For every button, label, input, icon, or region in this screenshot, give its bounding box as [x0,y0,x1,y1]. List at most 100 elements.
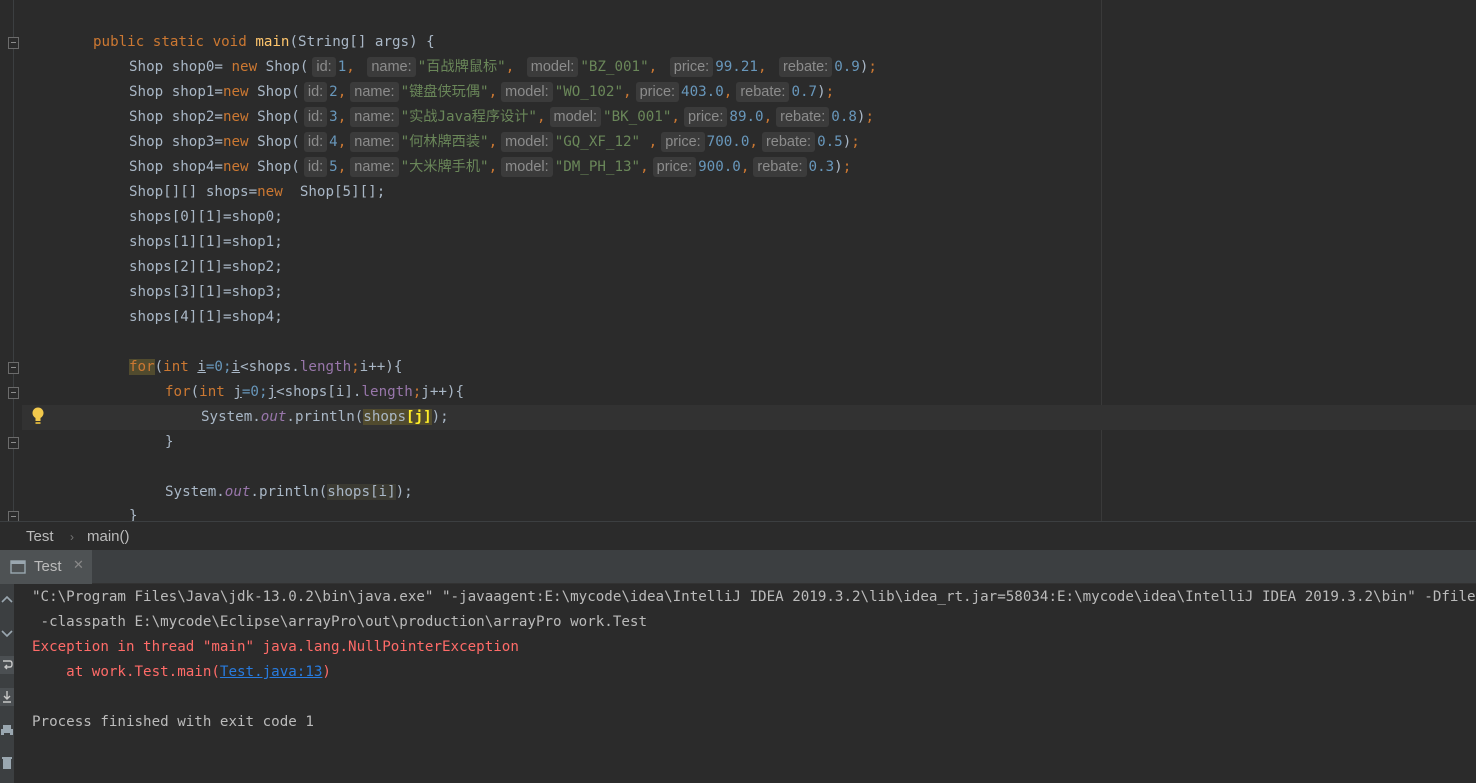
loop-cond: <shops. [240,359,300,375]
shop-decl: Shop shop1= [129,84,223,100]
length-field: length [299,359,352,375]
run-tab[interactable]: Test ✕ [0,550,92,584]
shop-ctor: Shop( [248,134,300,150]
code-line-shop3: Shop shop3=new Shop(id: 4, name: "何林牌西装", mo… [129,132,860,152]
println-close: ); [431,409,449,425]
scroll-to-end-icon[interactable] [0,688,14,706]
lightbulb-icon[interactable] [31,406,45,426]
kw-new: new [257,184,283,200]
system-ref: System. [165,484,225,500]
println-arg: shops[i] [327,484,396,500]
shop-ctor: Shop( [248,159,300,175]
fold-for-inner-icon[interactable] [8,387,19,399]
kw-new: new [222,109,249,125]
out-field: out [224,484,251,500]
code-line-assign: shops[3][1]=shop3; [129,284,283,300]
breadcrumb-separator-icon: › [70,530,74,544]
stacktrace-link[interactable]: Test.java:13 [220,664,323,680]
loop-cond-var: j [267,384,277,400]
code-line-shop4: Shop shop4=new Shop(id: 5, name: "大米牌手机", mo… [129,157,852,177]
shop-name: "何林牌西装" [400,134,489,150]
trash-icon[interactable] [0,754,14,772]
code-line-println-inner: System.out.println(shops[j]); [201,405,449,430]
console-line-command: "C:\Program Files\Java\jdk-13.0.2\bin\ja… [32,589,1476,605]
code-editor[interactable]: public static void main(String[] args) {… [0,0,1476,521]
array-decl-right: Shop[5][]; [282,184,386,200]
breadcrumb: Test › main() [0,521,1476,550]
param-hint-model: model: [549,107,602,127]
code-line-shop1: Shop shop1=new Shop(id: 2, name: "键盘侠玩偶", mo… [129,82,835,102]
shop-name: "大米牌手机" [400,159,489,175]
paren: ( [154,359,164,375]
breadcrumb-file[interactable]: Test [26,528,54,545]
shop-rebate: 0.5 [817,134,843,150]
shop-price: 900.0 [698,159,741,175]
breadcrumb-method[interactable]: main() [87,528,130,545]
print-icon[interactable] [0,722,14,740]
loop-init: =0; [241,384,268,400]
shop-rebate: 0.8 [831,109,857,125]
loop-cond: <shops[i]. [276,384,362,400]
param-hint-id: id: [303,107,328,127]
param-hint-name: name: [367,57,416,77]
code-line-assign: shops[4][1]=shop4; [129,309,283,325]
console-line-exit: Process finished with exit code 1 [32,714,314,730]
fold-close-inner-icon[interactable] [8,437,19,449]
arrow-down-icon[interactable] [0,624,14,642]
kw-new: new [231,59,258,75]
shop-id: 2 [329,84,338,100]
fold-main-icon[interactable] [8,37,19,49]
fold-close-outer-icon[interactable] [8,511,19,521]
println-arg: shops [363,409,407,425]
param-hint-name: name: [350,107,399,127]
code-line-partial-brace: } [129,508,138,521]
code-line-array-decl: Shop[][] shops=new Shop[5][]; [129,180,385,205]
kw-public: public [93,34,145,50]
param-hint-price: price: [683,107,728,127]
println-close: ); [395,484,413,500]
console-icon [10,560,26,574]
run-tab-label: Test [34,558,62,575]
method-name: main [255,34,290,50]
kw-int: int [199,384,225,400]
shop-decl: Shop shop4= [129,159,223,175]
shop-model: "BK_001" [603,109,672,125]
shop-model: "DM_PH_13" [554,159,641,175]
shop-decl: Shop shop3= [129,134,223,150]
shop-name: "实战Java程序设计" [400,109,537,125]
param-hint-name: name: [350,132,399,152]
println-call: .println( [250,484,328,500]
shop-model: "WO_102" [554,84,624,100]
kw-new: new [222,84,249,100]
soft-wrap-icon[interactable] [0,656,14,674]
semicolon: ; [412,384,422,400]
editor-gutter [0,0,22,521]
param-hint-price: price: [635,82,680,102]
param-hint-price: price: [652,157,697,177]
console-output[interactable]: "C:\Program Files\Java\jdk-13.0.2\bin\ja… [0,584,1476,783]
code-line-assign: shops[1][1]=shop1; [129,234,283,250]
out-field: out [260,409,287,425]
arrow-up-icon[interactable] [0,592,14,610]
shop-rebate: 0.9 [834,59,860,75]
close-icon[interactable]: ✕ [73,558,84,573]
shop-price: 403.0 [681,84,724,100]
kw-void: void [212,34,247,50]
console-toolbar [0,584,14,783]
param-hint-name: name: [350,157,399,177]
method-params: (String[] args) { [289,34,435,50]
kw-new: new [222,134,249,150]
code-line-shop2: Shop shop2=new Shop(id: 3, name: "实战Java程序设… [129,107,874,127]
shop-ctor: Shop( [248,109,300,125]
shop-rebate: 0.3 [808,159,835,175]
fold-for-outer-icon[interactable] [8,362,19,374]
loop-inc: j++){ [421,384,464,400]
console-line-exception: Exception in thread "main" java.lang.Nul… [32,639,519,655]
length-field: length [361,384,413,400]
run-tool-window-header: Test ✕ [0,550,1476,584]
param-hint-rebate: rebate: [776,107,830,127]
param-hint-price: price: [669,57,714,77]
kw-for: for [165,384,191,400]
shop-price: 89.0 [729,109,764,125]
console-line-classpath: -classpath E:\mycode\Eclipse\arrayPro\ou… [32,614,647,630]
